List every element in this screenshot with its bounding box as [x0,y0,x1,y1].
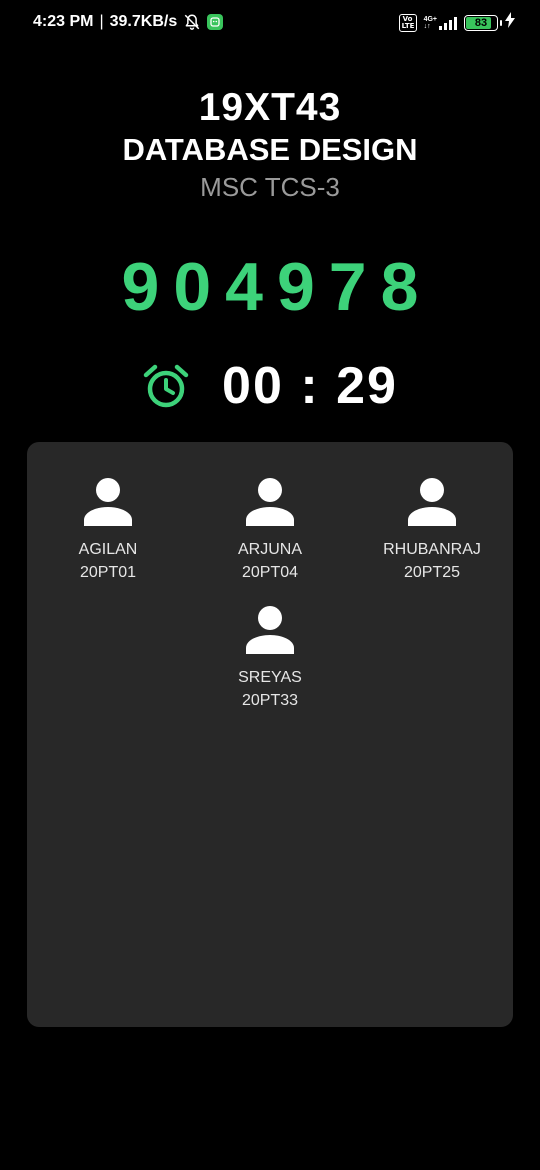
member-name: RHUBANRAJ [383,541,481,558]
course-name: DATABASE DESIGN [122,132,418,167]
signal-block: 4G+ ↓↑ [424,16,457,30]
member-id: 20PT33 [241,692,299,709]
status-right: Vo LTE 4G+ ↓↑ 83 [398,12,515,33]
course-code: 19XT43 [198,86,342,129]
member-name: AGILAN [78,541,138,558]
volte-icon: Vo LTE [398,13,417,32]
member-id: 20PT04 [241,564,299,581]
timer-value: 00 : 29 [222,357,398,415]
status-left: 4:23 PM | 39.7KB/s [33,13,224,31]
alarm-clock-icon [142,362,190,410]
member-name: SREYAS [238,669,302,686]
person-icon [244,604,296,656]
charging-bolt-icon [505,12,515,33]
member-id: 20PT01 [79,564,137,581]
person-icon [82,476,134,528]
status-bar: 4:23 PM | 39.7KB/s Vo LTE 4G+ ↓↑ 83 [0,0,540,46]
app-notification-icon [207,14,224,30]
member-id: 20PT25 [403,564,461,581]
network-type-label: 4G+ ↓↑ [423,15,437,30]
battery-icon: 83 [464,14,502,31]
course-class: MSC TCS-3 [200,172,340,202]
member-card[interactable]: ARJUNA 20PT04 [189,476,351,585]
person-icon [244,476,296,528]
battery-level: 83 [474,16,488,29]
session-code: 904978 [121,249,433,325]
member-card[interactable]: RHUBANRAJ 20PT25 [351,476,513,585]
network-speed: 39.7KB/s [109,13,178,30]
person-icon [406,476,458,528]
muted-bell-icon [183,13,201,31]
status-time: 4:23 PM [33,13,94,30]
member-card[interactable]: AGILAN 20PT01 [27,476,189,585]
member-name: ARJUNA [237,541,302,558]
status-separator: | [99,13,104,30]
members-panel: AGILAN 20PT01 ARJUNA 20PT04 RHUBANRAJ 20… [27,442,513,1027]
signal-strength-icon [439,16,457,30]
member-card[interactable]: SREYAS 20PT33 [189,604,351,713]
countdown-timer: 00 : 29 [0,356,540,416]
